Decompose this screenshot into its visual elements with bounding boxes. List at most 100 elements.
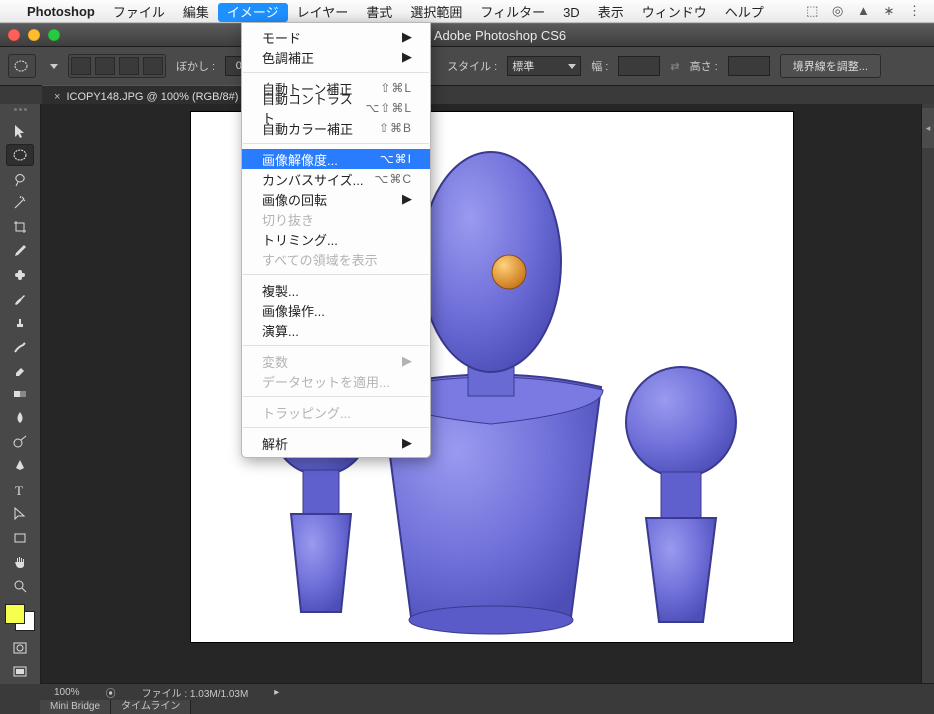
selection-intersect-icon[interactable] [143, 57, 163, 75]
chevron-down-icon [568, 64, 576, 69]
refine-edge-button[interactable]: 境界線を調整... [780, 54, 881, 78]
window-zoom-button[interactable] [48, 29, 60, 41]
foreground-color-swatch[interactable] [5, 604, 25, 624]
menubar-item-ウィンドウ[interactable]: ウィンドウ [633, 3, 716, 22]
submenu-arrow-icon: ▶ [402, 49, 412, 65]
window-close-button[interactable] [8, 29, 20, 41]
menubar-app[interactable]: Photoshop [18, 2, 104, 21]
menu-item-shortcut: ⌥⌘C [375, 172, 413, 186]
menu-separator [243, 274, 429, 275]
menu-item-label: 画像解像度... [262, 150, 338, 169]
menubar-item-ファイル[interactable]: ファイル [104, 3, 174, 22]
swap-dimensions-icon[interactable]: ⇄ [670, 60, 679, 73]
menu-item-label: カンバスサイズ... [262, 170, 363, 189]
zoom-tool[interactable] [6, 575, 34, 597]
selection-new-icon[interactable] [71, 57, 91, 75]
expand-panels-icon[interactable]: ◂ [922, 108, 934, 148]
selection-add-icon[interactable] [95, 57, 115, 75]
selection-subtract-icon[interactable] [119, 57, 139, 75]
hand-tool[interactable] [6, 551, 34, 573]
bluetooth-icon[interactable]: ∗ [883, 3, 894, 18]
sync-icon[interactable]: ◎ [832, 3, 843, 18]
window-title: Adobe Photoshop CS6 [74, 28, 926, 43]
menu-item-モード[interactable]: モード▶ [242, 27, 430, 47]
timeline-tab[interactable]: タイムライン [111, 700, 191, 714]
menu-item-画像の回転[interactable]: 画像の回転▶ [242, 189, 430, 209]
menu-item-画像解像度[interactable]: 画像解像度...⌥⌘I [242, 149, 430, 169]
feather-label: ぼかし : [176, 58, 215, 74]
menu-item-色調補正[interactable]: 色調補正▶ [242, 47, 430, 67]
window-traffic-lights [8, 29, 60, 41]
pen-tool[interactable] [6, 455, 34, 477]
user-icon[interactable]: ▲ [857, 3, 870, 18]
width-field[interactable] [618, 56, 660, 76]
menubar-item-編集[interactable]: 編集 [174, 3, 218, 22]
width-label: 幅 : [591, 58, 608, 74]
menu-item-自動カラー補正[interactable]: 自動カラー補正 ⇧⌘B [242, 118, 430, 138]
gradient-tool[interactable] [6, 383, 34, 405]
eraser-tool[interactable] [6, 360, 34, 382]
window-minimize-button[interactable] [28, 29, 40, 41]
quick-mask-toggle[interactable] [6, 637, 34, 659]
tool-preset-button[interactable] [8, 54, 36, 78]
menu-item-画像操作[interactable]: 画像操作... [242, 300, 430, 320]
menu-item-トリミング[interactable]: トリミング... [242, 229, 430, 249]
blur-tool[interactable] [6, 407, 34, 429]
healing-brush-tool[interactable] [6, 264, 34, 286]
status-file-size[interactable]: ファイル : 1.03M/1.03M [136, 685, 255, 700]
menubar-item-ヘルプ[interactable]: ヘルプ [716, 3, 773, 22]
right-panel-dock[interactable]: ◂ [921, 104, 934, 684]
status-info-icon[interactable]: ⦿ [100, 685, 122, 700]
clone-stamp-tool[interactable] [6, 312, 34, 334]
menu-separator [243, 345, 429, 346]
brush-tool[interactable] [6, 288, 34, 310]
style-select[interactable]: 標準 [507, 56, 581, 76]
window-titlebar: Adobe Photoshop CS6 [0, 23, 934, 47]
canvas-area[interactable] [41, 104, 934, 684]
tool-preset-dropdown-icon[interactable] [50, 64, 58, 69]
mini-bridge-tab[interactable]: Mini Bridge [40, 700, 111, 714]
color-swatches[interactable] [5, 604, 35, 631]
menubar-item-フィルター[interactable]: フィルター [471, 3, 554, 22]
magic-wand-tool[interactable] [6, 192, 34, 214]
menubar-item-選択範囲[interactable]: 選択範囲 [401, 3, 471, 22]
history-brush-tool[interactable] [6, 336, 34, 358]
dropbox-icon[interactable]: ⬚ [806, 3, 818, 18]
zoom-readout[interactable]: 100% [48, 687, 86, 698]
menubar-item-イメージ[interactable]: イメージ [218, 3, 288, 22]
menubar-item-3D[interactable]: 3D [554, 3, 589, 22]
submenu-arrow-icon: ▶ [402, 191, 412, 207]
menu-item-解析[interactable]: 解析▶ [242, 433, 430, 453]
crop-tool[interactable] [6, 216, 34, 238]
submenu-arrow-icon: ▶ [402, 29, 412, 45]
menu-item-label: すべての領域を表示 [262, 250, 378, 269]
menu-item-複製[interactable]: 複製... [242, 280, 430, 300]
screen-mode-button[interactable] [6, 661, 34, 683]
status-menu-arrow-icon[interactable]: ▸ [268, 687, 285, 698]
height-field[interactable] [728, 56, 770, 76]
menu-item-shortcut: ⇧⌘B [379, 121, 412, 135]
svg-text:T: T [15, 483, 23, 498]
menubar-item-レイヤー[interactable]: レイヤー [288, 3, 358, 22]
dodge-tool[interactable] [6, 431, 34, 453]
move-tool[interactable] [6, 120, 34, 142]
type-tool[interactable]: T [6, 479, 34, 501]
lasso-tool[interactable] [6, 168, 34, 190]
menu-separator [243, 143, 429, 144]
menu-item-トラッピング: トラッピング... [242, 402, 430, 422]
menu-item-label: 解析 [262, 434, 288, 453]
close-tab-icon[interactable]: × [54, 91, 60, 103]
panel-grip-icon[interactable] [5, 108, 35, 115]
shape-tool[interactable] [6, 527, 34, 549]
menu-item-演算[interactable]: 演算... [242, 320, 430, 340]
menu-item-カンバスサイズ[interactable]: カンバスサイズ... ⌥⌘C [242, 169, 430, 189]
menu-item-label: データセットを適用... [262, 372, 390, 391]
marquee-tool[interactable] [6, 144, 34, 166]
menubar-item-表示[interactable]: 表示 [589, 3, 633, 22]
path-selection-tool[interactable] [6, 503, 34, 525]
menubar-item-書式[interactable]: 書式 [357, 3, 401, 22]
menu-item-label: 自動カラー補正 [262, 119, 353, 138]
menu-item-自動コントラスト[interactable]: 自動コントラスト⌥⇧⌘L [242, 98, 430, 118]
wifi-icon[interactable]: ⋮ [908, 3, 921, 18]
eyedropper-tool[interactable] [6, 240, 34, 262]
